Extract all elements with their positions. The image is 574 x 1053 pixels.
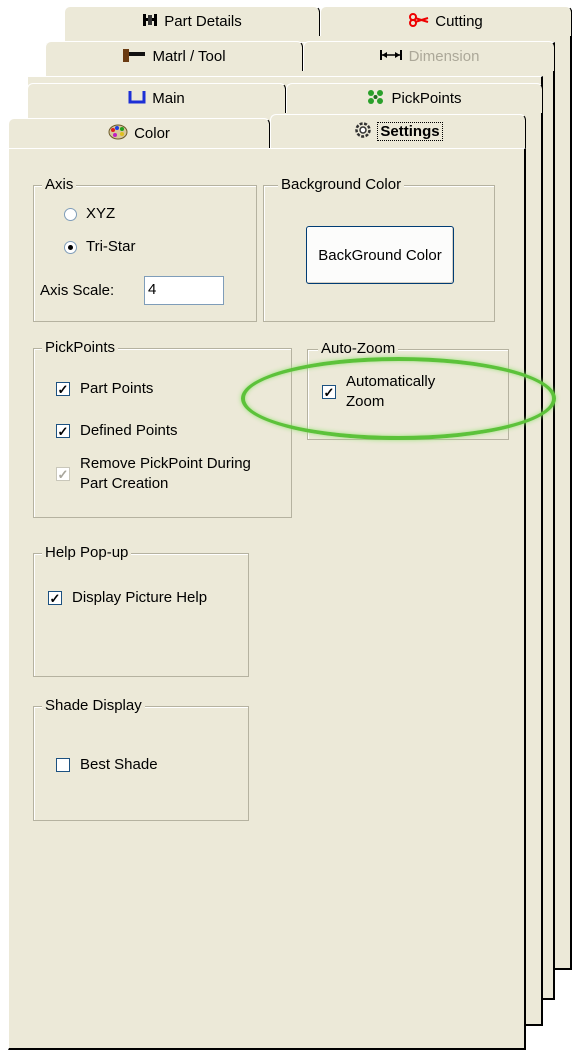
checkbox-display-picture-help[interactable]: ✓ Display Picture Help xyxy=(48,588,212,608)
help-popup-group-title: Help Pop-up xyxy=(42,544,132,562)
auto-zoom-group: Auto-Zoom ✓ Automatically Zoom xyxy=(307,340,509,440)
checkbox-best-shade[interactable]: Best Shade xyxy=(56,755,158,775)
tab-color[interactable]: Color xyxy=(8,118,270,148)
tab-dimension[interactable]: Dimension xyxy=(303,41,555,71)
dimension-icon xyxy=(379,49,403,64)
pickpoints-icon xyxy=(367,89,385,108)
checkbox-defined-points[interactable]: ✓ Defined Points xyxy=(56,421,178,441)
shade-display-group: Shade Display Best Shade xyxy=(33,697,249,821)
remove-pickpoint-checkbox: ✓ xyxy=(56,466,70,482)
checkbox-automatically-zoom[interactable]: ✓ Automatically Zoom xyxy=(322,372,466,412)
tab-cutting[interactable]: Cutting xyxy=(320,6,572,36)
axis-scale-label: Axis Scale: xyxy=(40,282,115,299)
palette-icon xyxy=(108,124,128,143)
axis-group-title: Axis xyxy=(42,176,77,194)
radio-xyz-button[interactable] xyxy=(64,207,77,221)
axis-group: Axis XYZ Tri-Star Axis Scale: 4 xyxy=(33,176,257,322)
axis-scale-input[interactable]: 4 xyxy=(144,276,224,305)
help-popup-group: Help Pop-up ✓ Display Picture Help xyxy=(33,544,249,677)
checkbox-part-points[interactable]: ✓ Part Points xyxy=(56,379,153,399)
pickpoints-group: PickPoints ✓ Part Points ✓ Defined Point… xyxy=(33,339,292,518)
background-color-button[interactable]: BackGround Color xyxy=(306,226,454,284)
checkbox-remove-pickpoint: ✓ Remove PickPoint During Part Creation xyxy=(56,455,251,492)
pickpoints-group-title: PickPoints xyxy=(42,339,119,357)
tab-part-details[interactable]: Part Details xyxy=(64,6,320,36)
radio-xyz[interactable]: XYZ xyxy=(64,204,115,224)
shade-display-group-title: Shade Display xyxy=(42,697,145,715)
part-details-icon xyxy=(142,13,158,30)
part-points-checkbox[interactable]: ✓ xyxy=(56,382,70,396)
radio-tristar-button[interactable] xyxy=(64,240,77,254)
best-shade-checkbox[interactable] xyxy=(56,758,70,772)
cutting-icon xyxy=(409,13,429,30)
settings-panel: Axis XYZ Tri-Star Axis Scale: 4 Backgrou… xyxy=(8,148,526,1050)
tab-main[interactable]: Main xyxy=(27,83,286,113)
gear-icon xyxy=(354,121,372,142)
tab-pickpoints[interactable]: PickPoints xyxy=(286,83,543,113)
display-picture-help-checkbox[interactable]: ✓ xyxy=(48,591,62,605)
tab-settings[interactable]: Settings xyxy=(270,114,526,148)
tab-matrl-tool[interactable]: Matrl / Tool xyxy=(45,41,303,71)
auto-zoom-group-title: Auto-Zoom xyxy=(318,340,399,358)
radio-tristar[interactable]: Tri-Star xyxy=(64,237,135,257)
background-color-group: Background Color BackGround Color xyxy=(263,176,495,322)
hammer-icon xyxy=(122,47,146,66)
main-icon xyxy=(128,90,146,107)
background-color-group-title: Background Color xyxy=(278,176,405,194)
defined-points-checkbox[interactable]: ✓ xyxy=(56,424,70,438)
automatically-zoom-checkbox[interactable]: ✓ xyxy=(322,385,336,399)
